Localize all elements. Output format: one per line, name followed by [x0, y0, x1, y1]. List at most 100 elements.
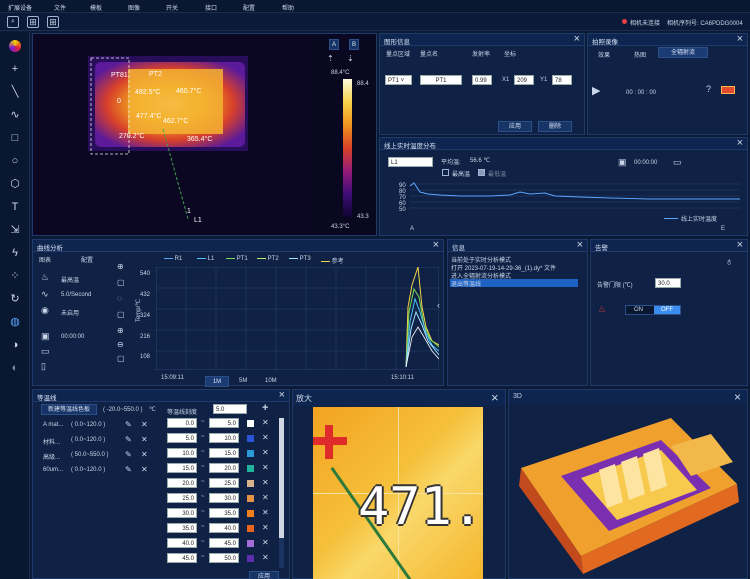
video-camera-icon[interactable]: ▶	[592, 84, 600, 97]
iso-row-from[interactable]: 0.0	[167, 418, 197, 428]
iso-row-swatch[interactable]	[247, 465, 254, 472]
menu-help[interactable]: 帮助	[282, 3, 294, 12]
tab-effect[interactable]: 效果	[598, 50, 610, 59]
curve-chart[interactable]	[156, 267, 439, 370]
delete-icon[interactable]: ✕	[262, 553, 269, 562]
curve-tool-icon[interactable]: ◌	[117, 294, 122, 303]
iso-row-to[interactable]: 10.0	[209, 433, 239, 443]
thermometer-up-icon[interactable]: ⇡	[327, 54, 334, 63]
scale-a-button[interactable]: A	[329, 39, 339, 50]
pin-icon[interactable]: ⇲	[5, 220, 25, 240]
scrollbar[interactable]	[279, 418, 284, 568]
iso-row-to[interactable]: 15.0	[209, 448, 239, 458]
chevron-left-icon[interactable]: ‹	[437, 300, 440, 310]
range-10m[interactable]: 10M	[265, 378, 277, 384]
grid-icon[interactable]: ⊞	[47, 16, 59, 28]
min-checkbox[interactable]	[478, 169, 485, 176]
point-name-field[interactable]: PT1	[420, 75, 462, 85]
edit-icon[interactable]: ✎	[125, 420, 132, 429]
close-icon[interactable]: ×	[737, 137, 743, 149]
polyline-icon[interactable]: ∿	[5, 105, 25, 125]
help-circle-icon[interactable]: ?	[706, 84, 711, 94]
delete-icon[interactable]: ✕	[141, 465, 148, 474]
close-icon[interactable]: ×	[734, 390, 741, 404]
iso-row-to[interactable]: 5.0	[209, 418, 239, 428]
iso-row-swatch[interactable]	[247, 525, 254, 532]
menu-switch[interactable]: 开关	[166, 3, 178, 12]
add-icon[interactable]: +	[262, 402, 268, 414]
zoom-out-icon[interactable]: ⊖	[117, 340, 124, 349]
polygon-tool-icon[interactable]: ⬡	[5, 174, 25, 194]
menu-interface[interactable]: 接口	[205, 3, 217, 12]
scrollbar-thumb[interactable]	[279, 418, 284, 538]
add-curve-icon[interactable]: ⊕	[117, 262, 124, 271]
iso-row-from[interactable]: 30.0	[167, 508, 197, 518]
delete-icon[interactable]: ✕	[262, 478, 269, 487]
iso-row-swatch[interactable]	[247, 540, 254, 547]
capture-icon[interactable]: ⌕	[7, 16, 19, 28]
iso-row-from[interactable]: 20.0	[167, 478, 197, 488]
iso-row-from[interactable]: 35.0	[167, 523, 197, 533]
iso-row-swatch[interactable]	[247, 450, 254, 457]
delete-button[interactable]: 删除	[538, 121, 572, 132]
iso-row-swatch[interactable]	[247, 510, 254, 517]
close-icon[interactable]: ×	[433, 239, 439, 251]
iso-row-from[interactable]: 45.0	[167, 553, 197, 563]
curve-rate[interactable]: 5.0/Second	[61, 292, 91, 298]
close-icon[interactable]: ×	[491, 390, 499, 405]
thermal-3d-surface[interactable]	[511, 406, 747, 578]
edit-icon[interactable]: ✎	[125, 465, 132, 474]
thermal-image[interactable]	[33, 34, 311, 234]
iso-row-from[interactable]: 10.0	[167, 448, 197, 458]
scale-b-button[interactable]: B	[349, 39, 359, 50]
info-tool-icon[interactable]: ◍	[5, 312, 25, 332]
emissivity-field[interactable]: 0.99	[472, 75, 492, 85]
folder-icon[interactable]: ▭	[673, 157, 682, 168]
zoom-image[interactable]: 471.5	[313, 407, 483, 579]
step-field[interactable]: 5.0	[213, 404, 247, 414]
contrast-alt-icon[interactable]: ◐	[5, 358, 25, 378]
max-checkbox[interactable]	[442, 169, 449, 176]
delete-icon[interactable]: ✕	[262, 508, 269, 517]
new-palette-button[interactable]: 新建等温线色板	[41, 404, 97, 415]
preset-name[interactable]: 高级...	[43, 452, 60, 461]
save-icon[interactable]: ▣	[618, 157, 627, 168]
file-icon[interactable]: ▯	[41, 361, 46, 372]
y-field[interactable]: 78	[552, 75, 572, 85]
close-icon[interactable]: ×	[574, 33, 580, 45]
iso-row-swatch[interactable]	[247, 555, 254, 562]
tab-heatmap[interactable]: 热图	[634, 50, 646, 59]
iso-row-from[interactable]: 40.0	[167, 538, 197, 548]
threshold-field[interactable]: 30.0	[655, 278, 681, 288]
alarm-toggle[interactable]: ON OFF	[625, 305, 681, 315]
preset-name[interactable]: A mat...	[43, 422, 63, 428]
iso-row-swatch[interactable]	[247, 420, 254, 427]
delete-icon[interactable]: ✕	[141, 420, 148, 429]
line-profile-chart[interactable]	[410, 180, 740, 216]
line-tool-icon[interactable]: ╲	[5, 82, 25, 102]
rect-tool-icon[interactable]: □	[5, 128, 25, 148]
range-5m[interactable]: 5M	[239, 378, 247, 384]
menu-image[interactable]: 图像	[128, 3, 140, 12]
iso-row-swatch[interactable]	[247, 495, 254, 502]
range-1m[interactable]: 1M	[205, 376, 229, 387]
x-field[interactable]: 209	[514, 75, 534, 85]
cross-icon[interactable]: +	[5, 59, 25, 79]
delete-icon[interactable]: ✕	[141, 435, 148, 444]
point-select[interactable]: PT1 ˅	[385, 75, 412, 85]
iso-row-to[interactable]: 40.0	[209, 523, 239, 533]
tab-chart[interactable]: 图表	[39, 255, 51, 264]
info-line-selected[interactable]: 退出等温线	[450, 279, 578, 288]
curve-tool-icon[interactable]: ▢	[117, 310, 125, 319]
tab-radiometric[interactable]: 全辐射流	[658, 47, 708, 58]
iso-apply-button[interactable]: 应用	[249, 571, 279, 579]
close-icon[interactable]: ×	[279, 389, 285, 401]
text-tool-icon[interactable]: T	[5, 197, 25, 217]
iso-row-swatch[interactable]	[247, 480, 254, 487]
close-icon[interactable]: ×	[577, 239, 583, 251]
fire-icon[interactable]: ϟ	[5, 243, 25, 263]
grid-add-icon[interactable]: ⊞	[27, 16, 39, 28]
delete-icon[interactable]: ✕	[262, 538, 269, 547]
edit-icon[interactable]: ✎	[125, 435, 132, 444]
ellipse-tool-icon[interactable]: ○	[5, 151, 25, 171]
